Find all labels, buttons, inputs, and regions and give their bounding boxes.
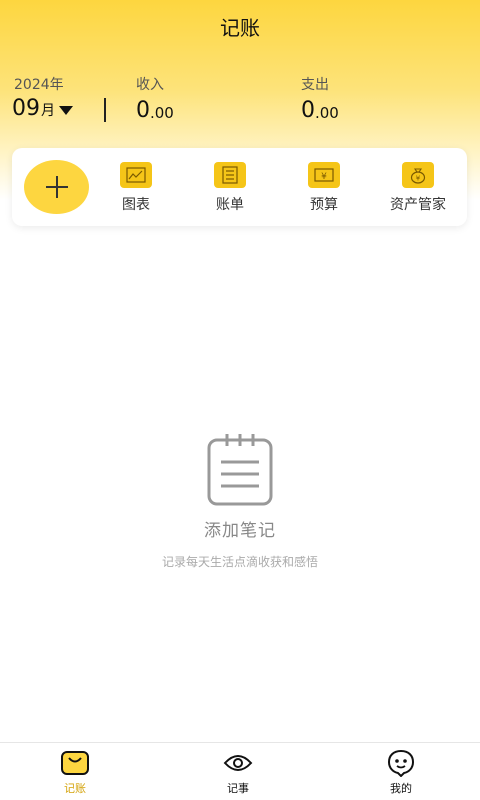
tool-budget[interactable]: ¥ 预算 — [284, 162, 364, 214]
year-label: 2024年 — [14, 77, 64, 93]
bill-icon — [214, 162, 246, 188]
tool-bill-label: 账单 — [216, 197, 244, 213]
expense-decimal: .00 — [315, 104, 339, 122]
svg-text:¥: ¥ — [321, 172, 327, 182]
plus-icon — [45, 176, 68, 198]
month-value: 09 — [12, 96, 40, 121]
tool-assets-label: 资产管家 — [390, 197, 446, 213]
tool-chart[interactable]: 图表 — [96, 162, 176, 214]
tool-budget-label: 预算 — [310, 197, 338, 213]
face-icon — [386, 749, 416, 777]
toolbar-card: 图表 账单 ¥ 预算 ¥ 资产管家 — [12, 148, 467, 226]
chart-icon — [120, 162, 152, 188]
tab-profile[interactable]: 我的 — [361, 749, 441, 796]
expense-label: 支出 — [301, 77, 329, 93]
notepad-icon — [205, 432, 275, 508]
eye-icon — [223, 749, 253, 777]
empty-title: 添加笔记 — [204, 521, 276, 541]
expense-value: 0 .00 — [301, 98, 339, 124]
tool-assets[interactable]: ¥ 资产管家 — [378, 162, 458, 214]
caret-down-icon — [59, 106, 73, 115]
income-integer: 0 — [136, 98, 150, 123]
empty-state: 添加笔记 记录每天生活点滴收获和感悟 — [0, 432, 480, 570]
add-record-button[interactable] — [24, 160, 89, 214]
month-unit: 月 — [41, 103, 55, 119]
summary-panel: 2024年 09 月 收入 0 .00 支出 0 .00 — [0, 74, 480, 126]
tool-chart-label: 图表 — [122, 197, 150, 213]
bottom-tab-bar: 记账 记事 我的 — [0, 742, 480, 800]
month-picker[interactable]: 09 月 — [12, 96, 73, 122]
tool-bill[interactable]: 账单 — [190, 162, 270, 214]
budget-icon: ¥ — [308, 162, 340, 188]
tab-accounting-label: 记账 — [64, 782, 86, 795]
svg-text:¥: ¥ — [416, 175, 421, 183]
expense-stat: 支出 0 .00 — [301, 74, 339, 124]
income-label: 收入 — [136, 77, 164, 93]
income-value: 0 .00 — [136, 98, 174, 124]
page-title: 记账 — [220, 16, 260, 40]
tab-notes-label: 记事 — [227, 782, 249, 795]
empty-subtitle: 记录每天生活点滴收获和感悟 — [161, 555, 318, 569]
summary-divider — [104, 98, 106, 122]
money-bag-icon: ¥ — [402, 162, 434, 188]
income-stat: 收入 0 .00 — [136, 74, 174, 124]
bag-icon — [60, 749, 90, 777]
income-decimal: .00 — [150, 104, 174, 122]
expense-integer: 0 — [301, 98, 315, 123]
tab-notes[interactable]: 记事 — [198, 749, 278, 796]
tab-profile-label: 我的 — [390, 782, 412, 795]
tab-accounting[interactable]: 记账 — [35, 749, 115, 796]
